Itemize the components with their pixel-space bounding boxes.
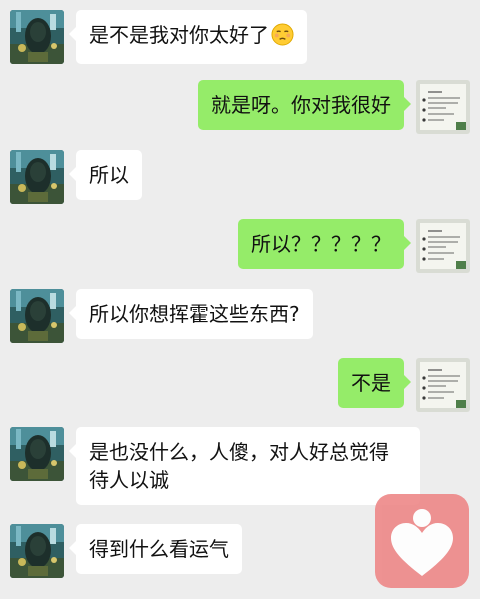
aquarium-photo-avatar-icon bbox=[10, 289, 64, 343]
handwritten-note-avatar-icon bbox=[416, 358, 470, 412]
self-avatar[interactable] bbox=[416, 80, 470, 134]
unamused-face-emoji-icon bbox=[271, 23, 294, 53]
message-text: 得到什么看运气 bbox=[89, 537, 229, 561]
aquarium-photo-avatar-icon bbox=[10, 524, 64, 578]
message-bubble[interactable]: 不是 bbox=[338, 358, 411, 408]
message-bubble[interactable]: 得到什么看运气 bbox=[69, 524, 242, 574]
handwritten-note-avatar-icon bbox=[416, 80, 470, 134]
message-text: 所以 bbox=[89, 163, 129, 187]
message-text: 是也没什么，人傻，对人好总觉得待人以诚 bbox=[89, 440, 389, 492]
aquarium-photo-avatar-icon bbox=[10, 10, 64, 64]
self-avatar[interactable] bbox=[416, 219, 470, 273]
message-bubble[interactable]: 就是呀。你对我很好 bbox=[198, 80, 411, 130]
chat-message-left: 所以你想挥霍这些东西? bbox=[0, 289, 480, 349]
chat-message-right: 就是呀。你对我很好 bbox=[0, 80, 480, 140]
aquarium-photo-avatar-icon bbox=[10, 427, 64, 481]
message-text: 所以你想挥霍这些东西? bbox=[89, 302, 300, 326]
contact-avatar[interactable] bbox=[10, 524, 64, 578]
message-text: 所以？？？？？ bbox=[251, 232, 391, 256]
handwritten-note-avatar-icon bbox=[416, 219, 470, 273]
chat-message-left: 是不是我对你太好了 bbox=[0, 10, 480, 70]
contact-avatar[interactable] bbox=[10, 289, 64, 343]
contact-avatar[interactable] bbox=[10, 10, 64, 64]
chat-message-right: 所以？？？？？ bbox=[0, 219, 480, 279]
aquarium-photo-avatar-icon bbox=[10, 150, 64, 204]
message-bubble[interactable]: 所以你想挥霍这些东西? bbox=[69, 289, 313, 339]
heart-person-logo-icon bbox=[375, 494, 469, 588]
self-avatar[interactable] bbox=[416, 358, 470, 412]
contact-avatar[interactable] bbox=[10, 427, 64, 481]
message-bubble[interactable]: 所以 bbox=[69, 150, 142, 200]
message-bubble[interactable]: 所以？？？？？ bbox=[238, 219, 411, 269]
message-text: 不是 bbox=[351, 371, 391, 395]
message-text: 就是呀。你对我很好 bbox=[211, 93, 391, 117]
message-bubble[interactable]: 是也没什么，人傻，对人好总觉得待人以诚 bbox=[69, 427, 420, 505]
message-text: 是不是我对你太好了 bbox=[89, 23, 269, 47]
chat-message-right: 不是 bbox=[0, 358, 480, 418]
contact-avatar[interactable] bbox=[10, 150, 64, 204]
message-bubble[interactable]: 是不是我对你太好了 bbox=[69, 10, 307, 64]
chat-message-left: 所以 bbox=[0, 150, 480, 210]
